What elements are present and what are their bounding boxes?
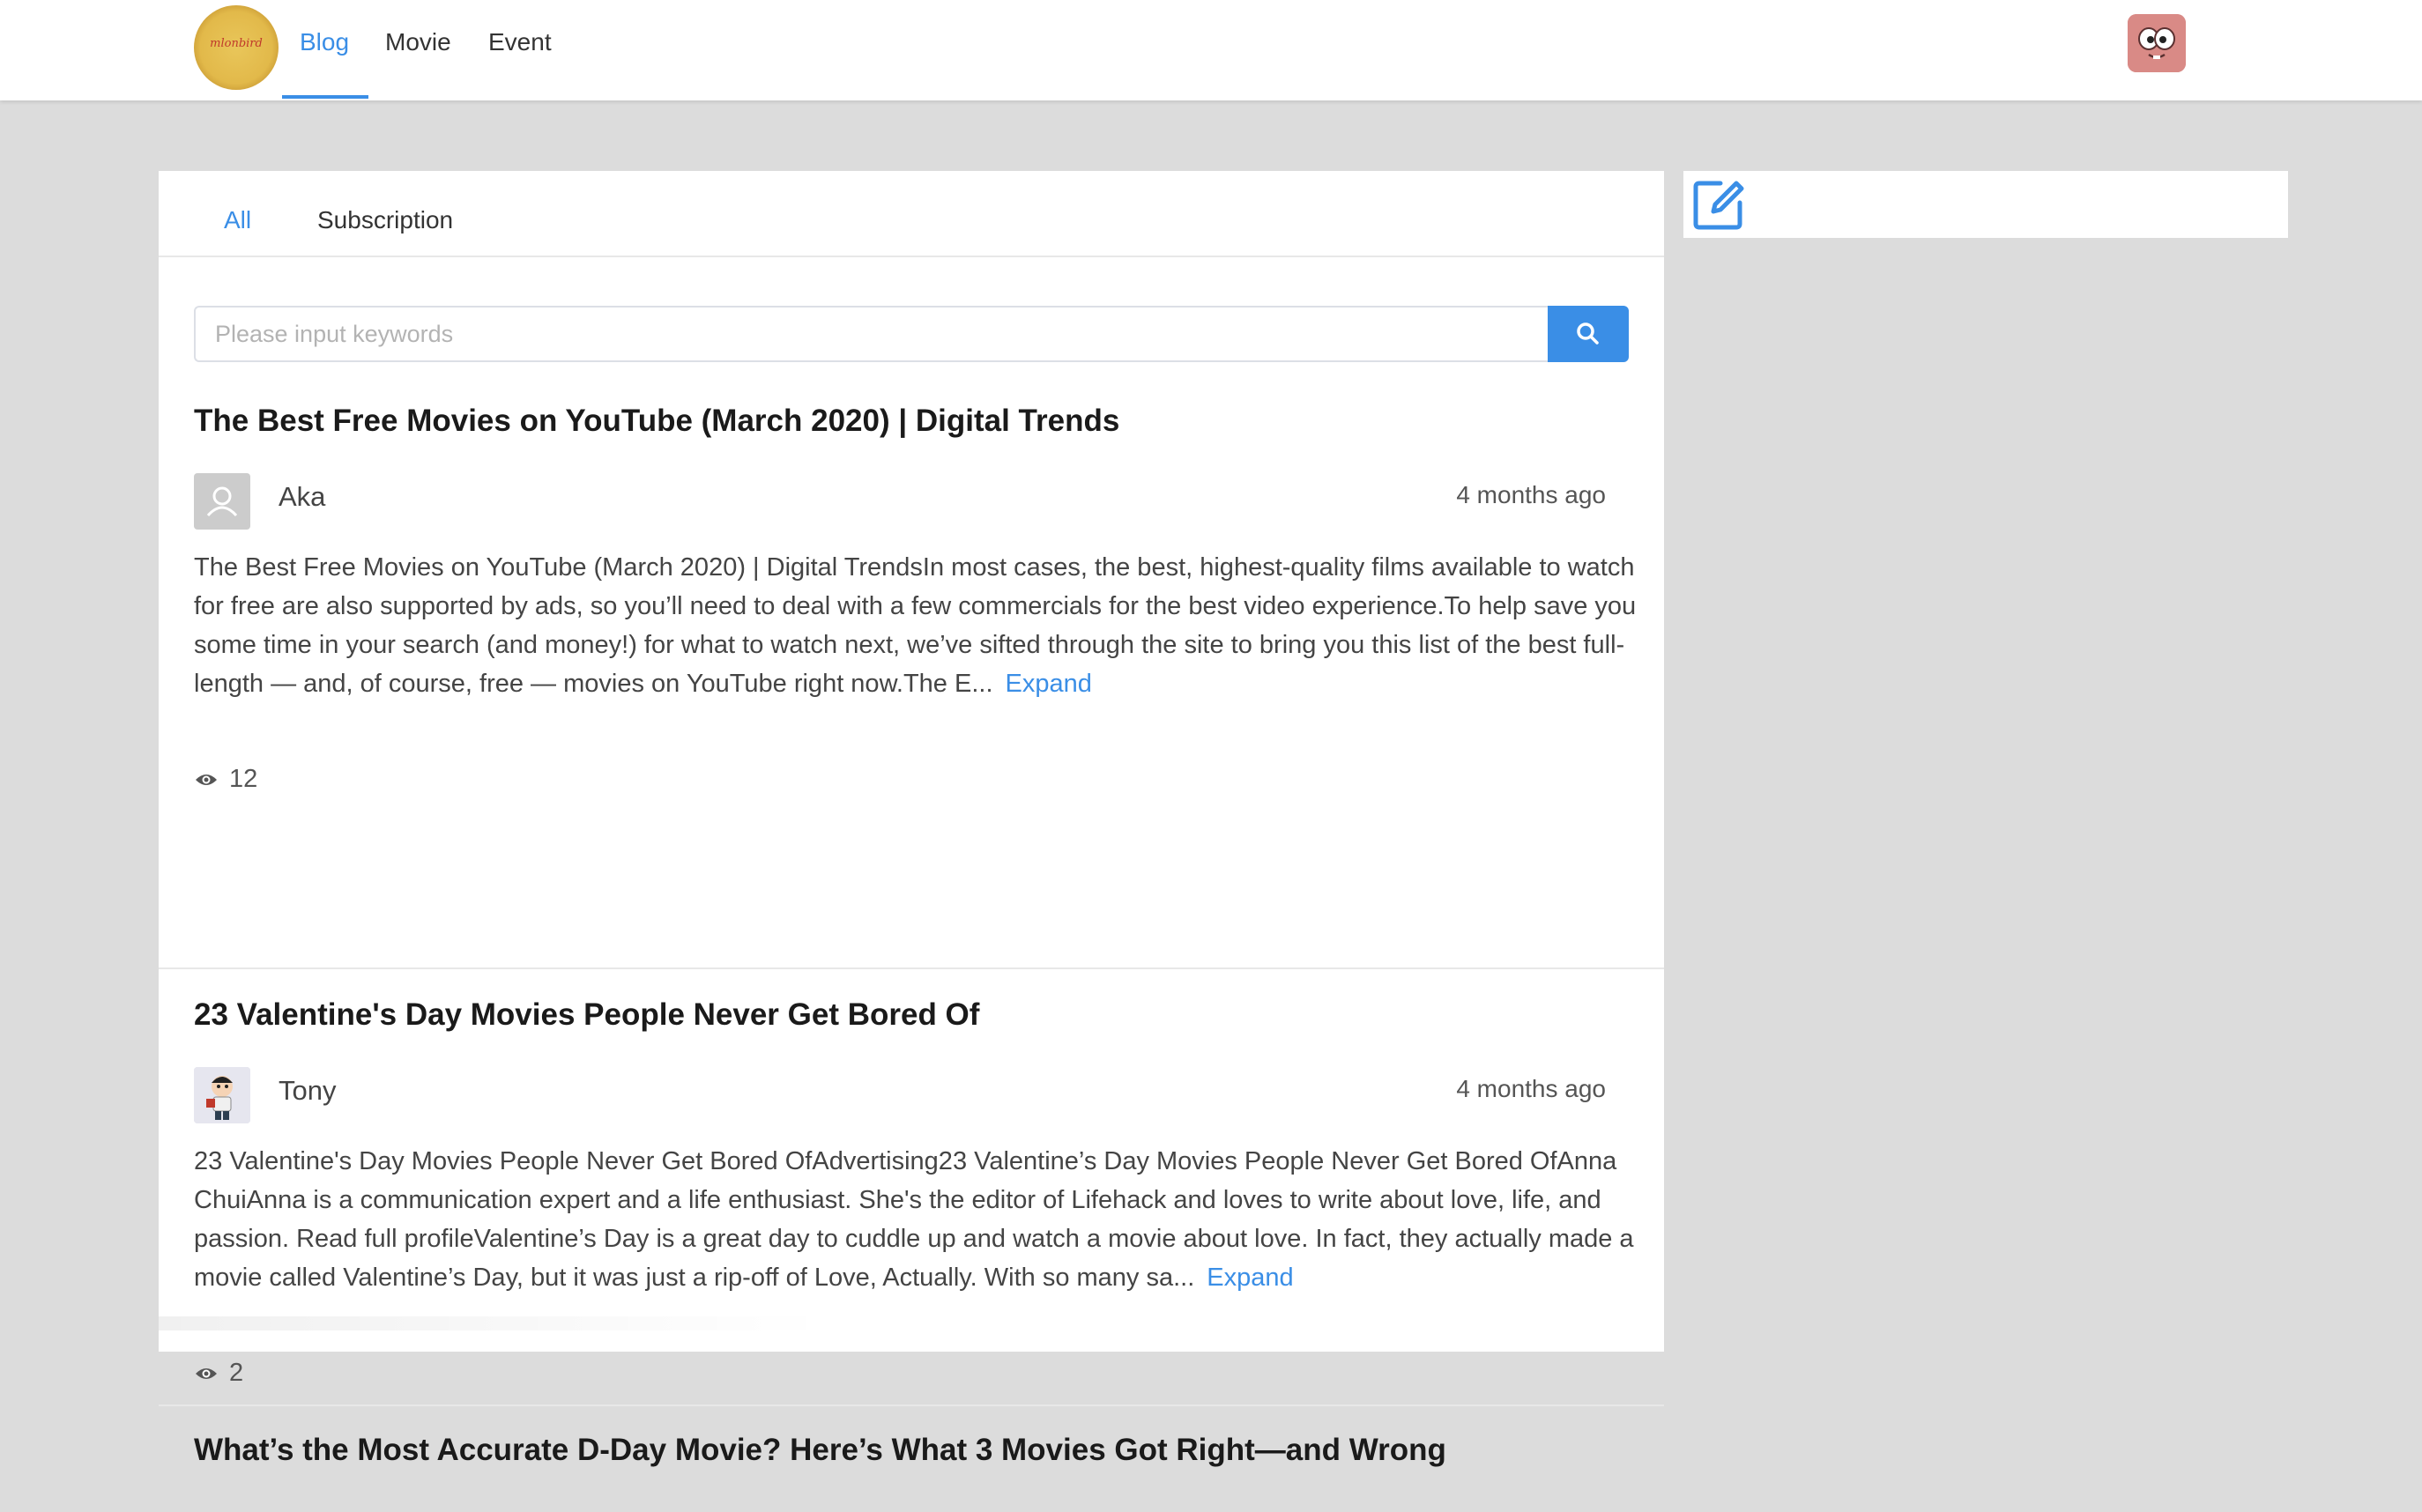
post-author[interactable]: Tony	[279, 1075, 336, 1107]
top-navbar: mlonbird Blog Movie Event	[0, 0, 2422, 100]
write-post-card	[1683, 171, 2288, 238]
post-time: 4 months ago	[1456, 481, 1606, 508]
expand-link[interactable]: Expand	[1207, 1264, 1293, 1292]
nav-item-movie[interactable]: Movie	[385, 0, 451, 100]
post-title[interactable]: The Best Free Movies on YouTube (March 2…	[194, 404, 1119, 439]
post-excerpt: 23 Valentine's Day Movies People Never G…	[194, 1142, 1639, 1297]
tab-subscription[interactable]: Subscription	[317, 206, 453, 234]
search-input[interactable]	[194, 306, 1549, 362]
blog-post: What’s the Most Accurate D-Day Movie? He…	[159, 1406, 1664, 1512]
user-avatar[interactable]	[2128, 14, 2186, 72]
cartoon-avatar-icon	[194, 1067, 250, 1123]
expand-link[interactable]: Expand	[1006, 670, 1092, 698]
blog-post: 23 Valentine's Day Movies People Never G…	[159, 969, 1664, 1406]
blog-tabs: All Subscription	[159, 171, 1664, 257]
post-excerpt-text: 23 Valentine's Day Movies People Never G…	[194, 1147, 1634, 1292]
blog-post: The Best Free Movies on YouTube (March 2…	[159, 375, 1664, 969]
post-title[interactable]: 23 Valentine's Day Movies People Never G…	[194, 997, 979, 1033]
post-excerpt: The Best Free Movies on YouTube (March 2…	[194, 548, 1639, 703]
post-excerpt-text: The Best Free Movies on YouTube (March 2…	[194, 553, 1637, 698]
search-icon	[1577, 322, 1599, 345]
cartoon-face-icon	[2128, 14, 2186, 72]
logo-text: mlonbird	[210, 37, 263, 50]
nav-item-event[interactable]: Event	[488, 0, 552, 100]
post-title[interactable]: What’s the Most Accurate D-Day Movie? He…	[194, 1433, 1446, 1468]
post-views: 12	[194, 765, 257, 794]
write-post-button[interactable]	[1690, 176, 1747, 233]
post-views: 2	[194, 1359, 243, 1388]
search-button[interactable]	[1548, 306, 1629, 362]
site-logo[interactable]: mlonbird	[194, 5, 279, 90]
nav-active-indicator	[282, 95, 368, 99]
author-avatar[interactable]	[194, 473, 250, 530]
post-author[interactable]: Aka	[279, 481, 325, 513]
post-time: 4 months ago	[1456, 1075, 1606, 1102]
blog-list-card: All Subscription The Best Free Movies on…	[159, 171, 1664, 1467]
author-avatar[interactable]	[194, 1067, 250, 1123]
scroll-shadow	[159, 1316, 828, 1330]
views-count: 12	[229, 765, 258, 793]
eye-icon	[196, 1368, 217, 1380]
nav-item-blog[interactable]: Blog	[300, 0, 349, 100]
default-user-icon	[206, 486, 238, 517]
views-count: 2	[229, 1359, 244, 1387]
eye-icon	[196, 775, 217, 786]
tab-all[interactable]: All	[224, 206, 251, 234]
edit-icon	[1693, 181, 1744, 230]
